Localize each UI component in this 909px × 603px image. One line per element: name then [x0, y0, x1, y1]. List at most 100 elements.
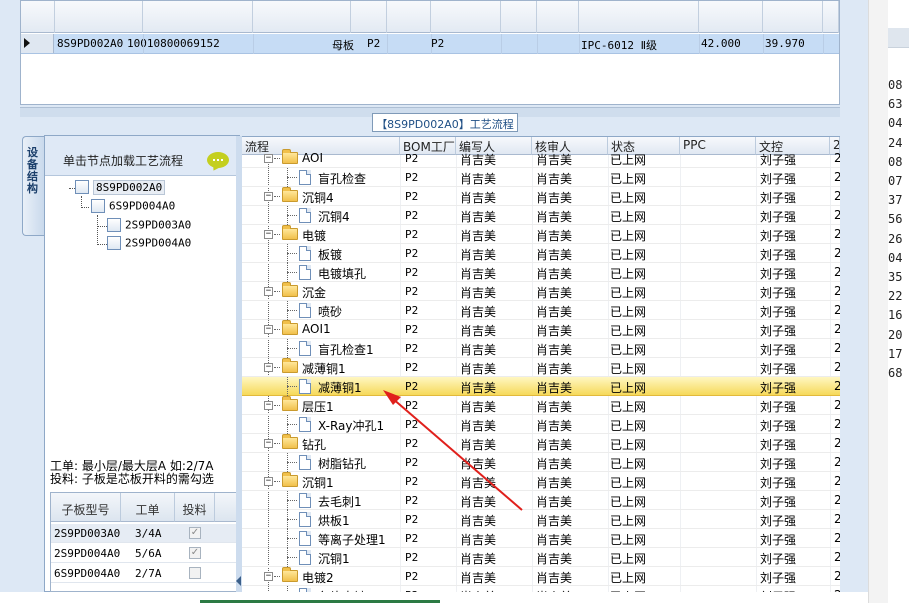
- feed-checkbox[interactable]: [189, 567, 201, 579]
- background-row-text: 37 -a: [888, 193, 909, 208]
- bom-cell: P2: [405, 171, 419, 184]
- extra-cell: 2: [834, 284, 840, 298]
- speech-bubble-icon: [207, 152, 229, 168]
- header-cell[interactable]: [143, 1, 253, 33]
- extra-cell: 2: [834, 170, 840, 184]
- background-row-text: 56 -a: [888, 212, 909, 227]
- flow-step-row[interactable]: 板镀 P2 肖吉美 肖吉美 已上网 刘子强 2: [242, 244, 840, 263]
- document-icon: [299, 379, 311, 394]
- flow-step-group-row[interactable]: − AOI P2 肖吉美 肖吉美 已上网 刘子强 2: [242, 149, 840, 168]
- header-cell[interactable]: [699, 1, 763, 33]
- writer-cell: 肖吉美: [460, 286, 497, 300]
- tree-line: [97, 215, 98, 245]
- doc-control-cell: 刘子强: [760, 191, 797, 205]
- collapse-toggle[interactable]: −: [264, 154, 273, 163]
- flow-step-group-row[interactable]: − 钻孔 P2 肖吉美 肖吉美 已上网 刘子强 2: [242, 434, 840, 453]
- flow-step-group-row[interactable]: − 电镀 P2 肖吉美 肖吉美 已上网 刘子强 2: [242, 225, 840, 244]
- feed-checkbox[interactable]: ✓: [189, 547, 201, 559]
- collapse-toggle[interactable]: −: [264, 230, 273, 239]
- header-cell[interactable]: [579, 1, 699, 33]
- column-header-feed[interactable]: 投料: [175, 493, 215, 522]
- flow-step-row[interactable]: 沉铜1 P2 肖吉美 肖吉美 已上网 刘子强 2: [242, 548, 840, 567]
- bom-cell: P2: [405, 513, 419, 526]
- extra-cell: 2: [834, 227, 840, 241]
- status-cell: 已上网: [610, 248, 647, 262]
- flow-step-group-row[interactable]: − 沉金 P2 肖吉美 肖吉美 已上网 刘子强 2: [242, 282, 840, 301]
- flow-step-row[interactable]: 去毛刺1 P2 肖吉美 肖吉美 已上网 刘子强 2: [242, 491, 840, 510]
- folder-icon: [282, 358, 298, 373]
- flow-step-group-row[interactable]: − 减薄铜1 P2 肖吉美 肖吉美 已上网 刘子强 2: [242, 358, 840, 377]
- column-header-sub-board[interactable]: 子板型号: [51, 493, 121, 522]
- header-cell[interactable]: [253, 1, 351, 33]
- flow-step-group-row[interactable]: − 沉铜4 P2 肖吉美 肖吉美 已上网 刘子强 2: [242, 187, 840, 206]
- tree-node[interactable]: 2S9PD004A0: [107, 236, 191, 252]
- checker-cell: 肖吉美: [536, 248, 573, 262]
- flow-step-group-row[interactable]: − 层压1 P2 肖吉美 肖吉美 已上网 刘子强 2: [242, 396, 840, 415]
- sub-board-row[interactable]: 2S9PD004A0 5/6A ✓: [51, 544, 239, 563]
- status-cell: 已上网: [610, 362, 647, 376]
- collapse-left-icon[interactable]: [236, 576, 241, 586]
- header-cell[interactable]: [55, 1, 143, 33]
- tree-node[interactable]: 2S9PD003A0: [107, 218, 191, 234]
- doc-control-cell: 刘子强: [760, 305, 797, 319]
- bom-cell: P2: [405, 570, 419, 583]
- step-name: 减薄铜1: [302, 362, 346, 376]
- flow-step-group-row[interactable]: − 沉铜1 P2 肖吉美 肖吉美 已上网 刘子强 2: [242, 472, 840, 491]
- extra-cell: 2: [834, 379, 840, 393]
- board-grid-header: [21, 1, 839, 33]
- folder-icon: [282, 434, 298, 449]
- panel-tip: 单击节点加载工艺流程: [45, 136, 239, 176]
- collapse-toggle[interactable]: −: [264, 192, 273, 201]
- collapse-toggle[interactable]: −: [264, 287, 273, 296]
- flow-step-row[interactable]: 电镀填孔 P2 肖吉美 肖吉美 已上网 刘子强 2: [242, 263, 840, 282]
- writer-cell: 肖吉美: [460, 438, 497, 452]
- header-cell[interactable]: [763, 1, 823, 33]
- tree-line: [81, 207, 89, 208]
- header-cell[interactable]: [351, 1, 387, 33]
- feed-checkbox[interactable]: ✓: [189, 527, 201, 539]
- tree-node[interactable]: 6S9PD004A0: [91, 199, 175, 215]
- writer-cell: 肖吉美: [460, 419, 497, 433]
- writer-cell: 肖吉美: [460, 476, 497, 490]
- flow-step-row[interactable]: 盲孔检查1 P2 肖吉美 肖吉美 已上网 刘子强 2: [242, 339, 840, 358]
- header-cell[interactable]: [501, 1, 537, 33]
- doc-control-cell: 刘子强: [760, 153, 797, 167]
- sub-board-row[interactable]: 6S9PD004A0 2/7A: [51, 564, 239, 583]
- sub-board-row[interactable]: 2S9PD003A0 3/4A ✓: [51, 524, 239, 543]
- writer-cell: 肖吉美: [460, 229, 497, 243]
- collapse-toggle[interactable]: −: [264, 572, 273, 581]
- document-icon: [299, 208, 311, 223]
- doc-control-cell: 刘子强: [760, 381, 797, 395]
- collapse-toggle[interactable]: −: [264, 401, 273, 410]
- collapse-toggle[interactable]: −: [264, 477, 273, 486]
- writer-cell: 肖吉美: [460, 191, 497, 205]
- doc-control-cell: 刘子强: [760, 400, 797, 414]
- flow-step-row[interactable]: 树脂钻孔 P2 肖吉美 肖吉美 已上网 刘子强 2: [242, 453, 840, 472]
- flow-step-row[interactable]: 烘板1 P2 肖吉美 肖吉美 已上网 刘子强 2: [242, 510, 840, 529]
- doc-control-cell: 刘子强: [760, 267, 797, 281]
- writer-cell: 肖吉美: [460, 457, 497, 471]
- column-header-order[interactable]: 工单: [121, 493, 175, 522]
- collapse-toggle[interactable]: −: [264, 363, 273, 372]
- flow-step-row[interactable]: 减薄铜1 P2 肖吉美 肖吉美 已上网 刘子强 2: [242, 377, 840, 396]
- flow-step-row[interactable]: 沉铜4 P2 肖吉美 肖吉美 已上网 刘子强 2: [242, 206, 840, 225]
- collapse-toggle[interactable]: −: [264, 325, 273, 334]
- flow-step-row[interactable]: 盲孔检查 P2 肖吉美 肖吉美 已上网 刘子强 2: [242, 168, 840, 187]
- folder-icon: [282, 396, 298, 411]
- header-cell[interactable]: [21, 1, 55, 33]
- tab-equipment-structure[interactable]: 设备结构: [22, 136, 44, 236]
- header-cell[interactable]: [537, 1, 579, 33]
- doc-control-cell: 刘子强: [760, 362, 797, 376]
- flow-step-group-row[interactable]: − AOI1 P2 肖吉美 肖吉美 已上网 刘子强 2: [242, 320, 840, 339]
- header-cell[interactable]: [823, 1, 839, 33]
- tree-node-root[interactable]: 8S9PD002A0: [75, 179, 166, 196]
- flow-step-row[interactable]: 等离子处理1 P2 肖吉美 肖吉美 已上网 刘子强 2: [242, 529, 840, 548]
- flow-step-row[interactable]: 喷砂 P2 肖吉美 肖吉美 已上网 刘子强 2: [242, 301, 840, 320]
- collapse-toggle[interactable]: −: [264, 439, 273, 448]
- flow-step-row[interactable]: X-Ray冲孔1 P2 肖吉美 肖吉美 已上网 刘子强 2: [242, 415, 840, 434]
- writer-cell: 肖吉美: [460, 533, 497, 547]
- flow-step-group-row[interactable]: − 电镀2 P2 肖吉美 肖吉美 已上网 刘子强 2: [242, 567, 840, 586]
- header-cell[interactable]: [431, 1, 501, 33]
- header-cell[interactable]: [387, 1, 431, 33]
- tree-line: [274, 405, 280, 406]
